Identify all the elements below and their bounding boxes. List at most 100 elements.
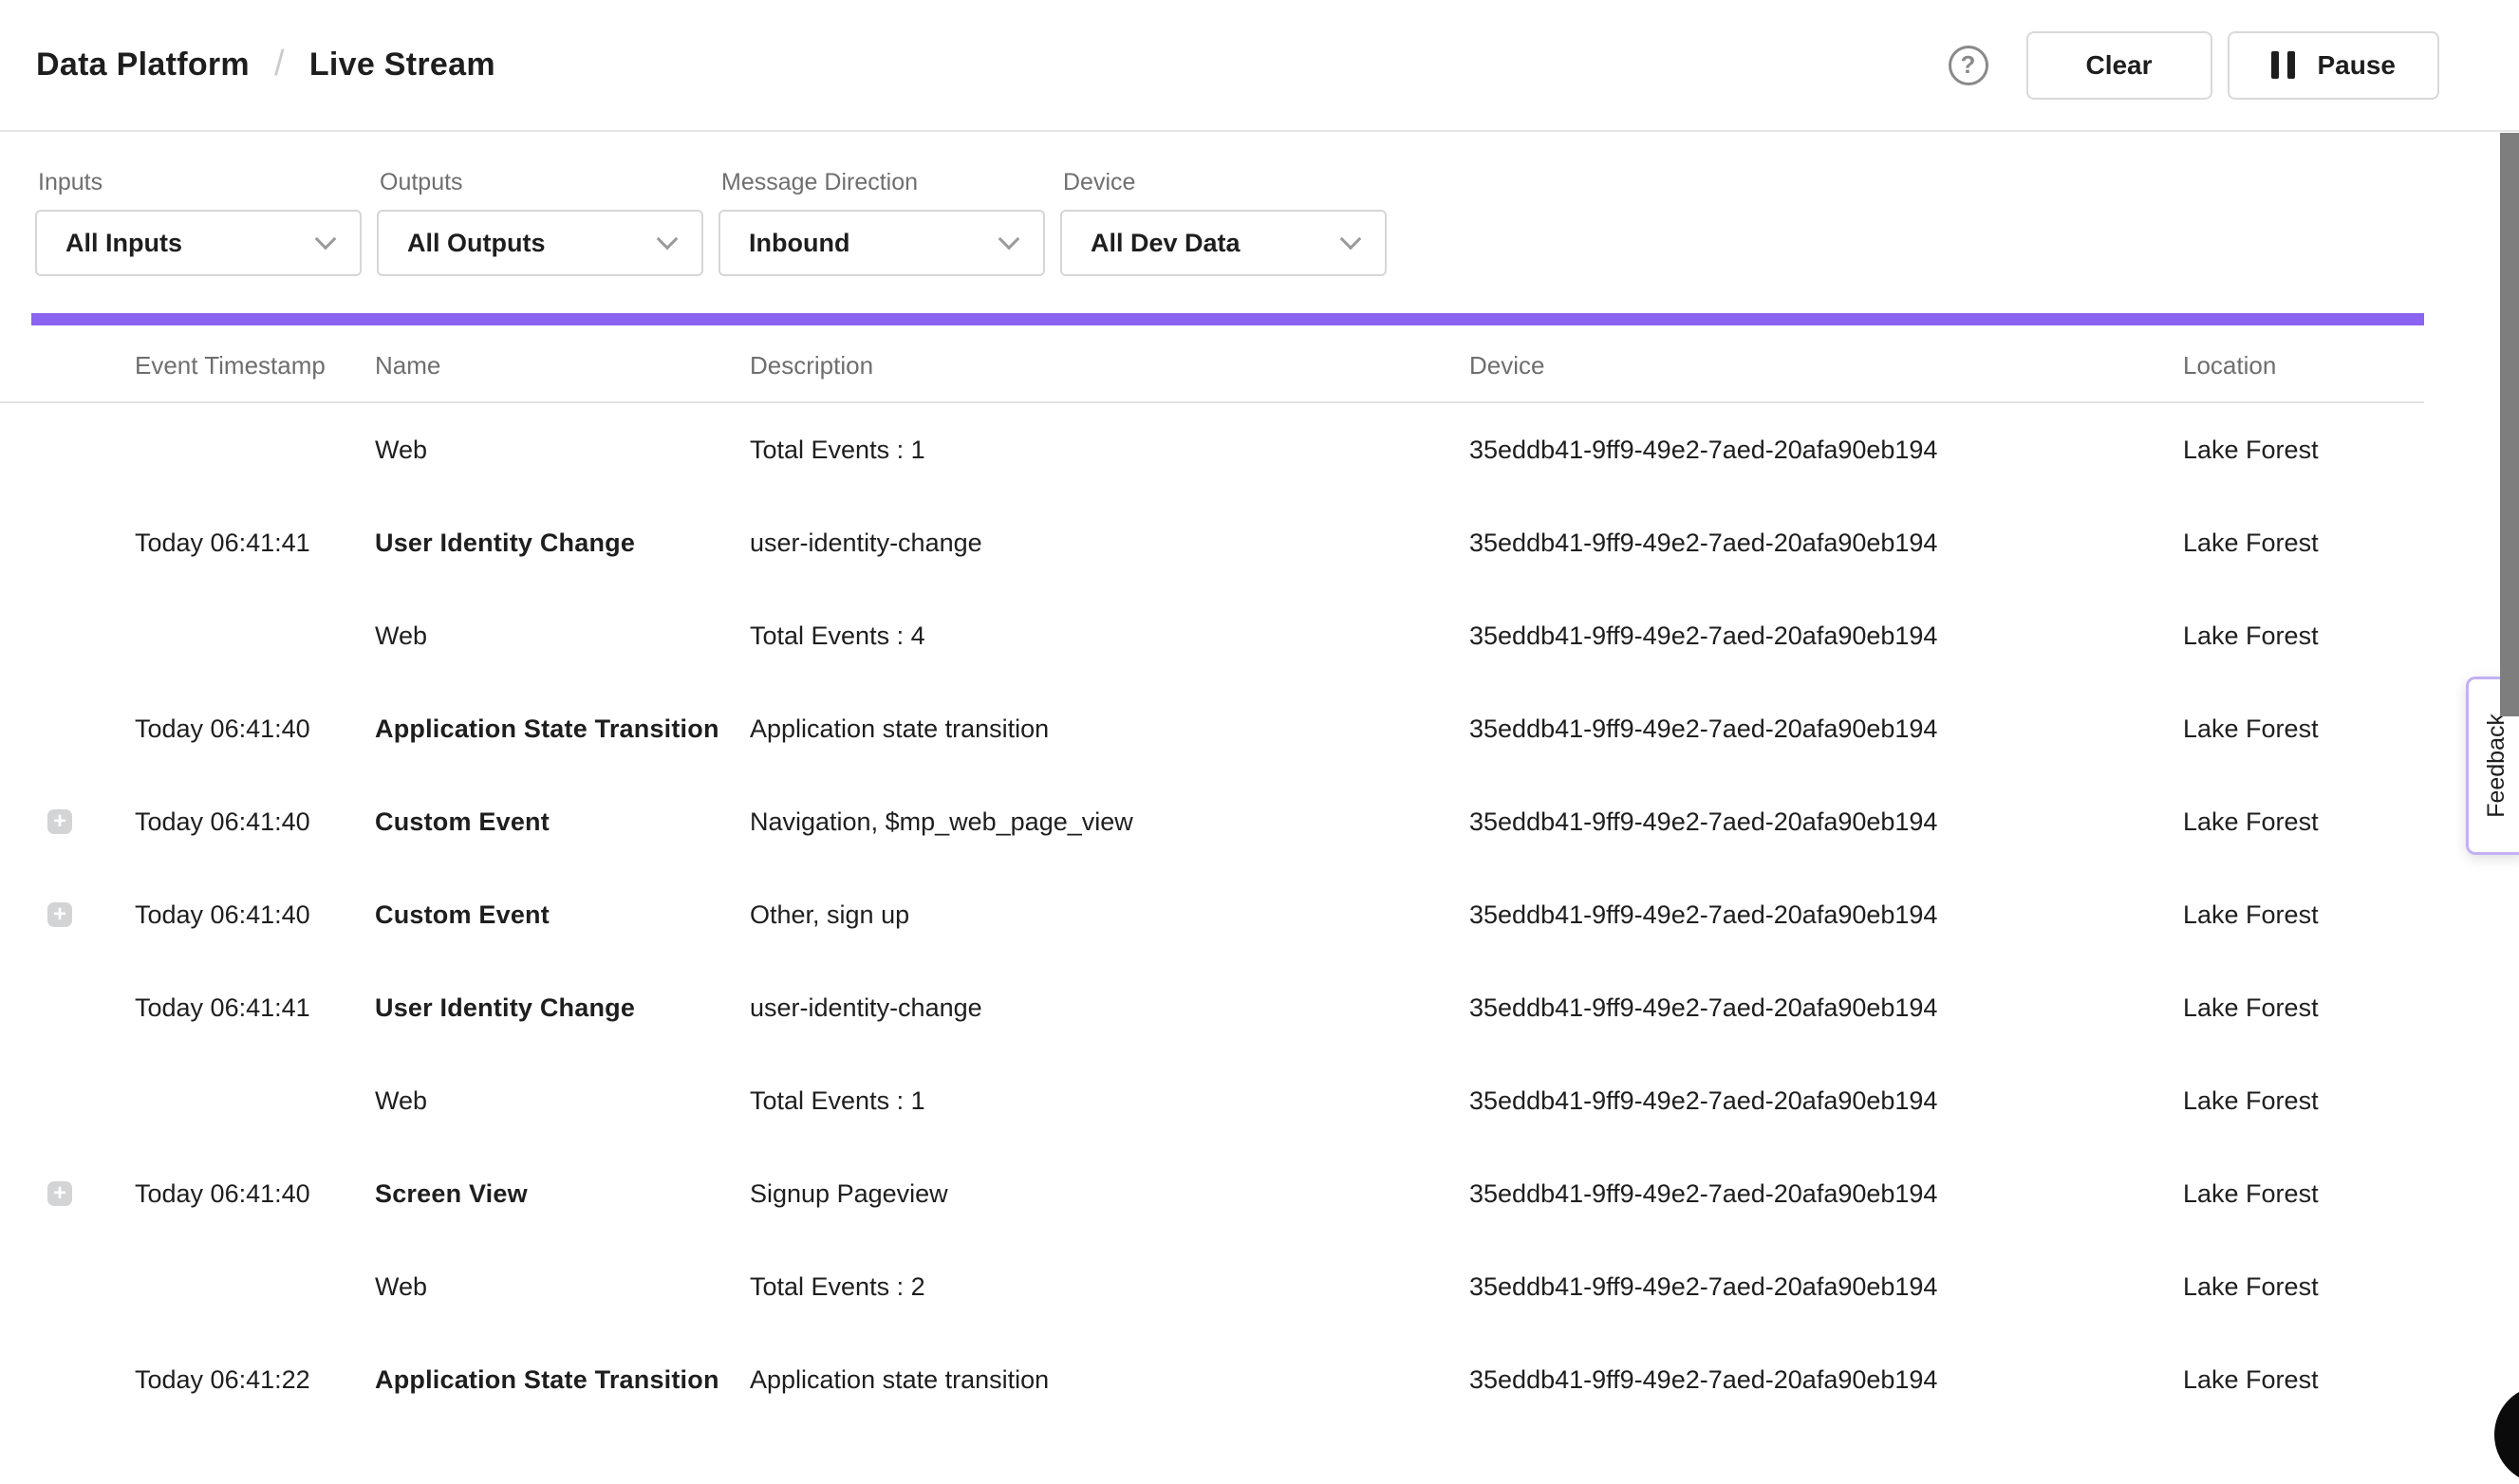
filter-outputs: Outputs All Outputs bbox=[377, 169, 703, 276]
table-row: + Web Total Events : 1 35eddb41-9ff9-49e… bbox=[0, 1054, 2424, 1147]
breadcrumb-data-platform[interactable]: Data Platform bbox=[36, 46, 250, 83]
clear-button[interactable]: Clear bbox=[2026, 31, 2212, 100]
filter-device: Device All Dev Data bbox=[1060, 169, 1387, 276]
cell-description: Signup Pageview bbox=[750, 1179, 1469, 1209]
cell-device: 35eddb41-9ff9-49e2-7aed-20afa90eb194 bbox=[1469, 529, 2183, 558]
chevron-down-icon bbox=[1340, 229, 1362, 250]
cell-location: Lake Forest bbox=[2183, 714, 2424, 744]
outputs-select-value: All Outputs bbox=[407, 229, 545, 258]
filter-inputs-label: Inputs bbox=[38, 169, 362, 196]
chevron-down-icon bbox=[998, 229, 1020, 250]
cell-name: Screen View bbox=[375, 1179, 750, 1209]
accent-progress-bar bbox=[31, 313, 2424, 325]
filter-device-label: Device bbox=[1063, 169, 1387, 196]
button-group: Clear Pause bbox=[2026, 31, 2440, 100]
table-row: + Web Total Events : 1 35eddb41-9ff9-49e… bbox=[0, 403, 2424, 496]
cell-name: Web bbox=[375, 621, 750, 651]
filter-inputs: Inputs All Inputs bbox=[35, 169, 362, 276]
expand-cell: + bbox=[0, 1367, 135, 1392]
cell-timestamp: Today 06:41:41 bbox=[135, 529, 375, 558]
chevron-down-icon bbox=[315, 229, 337, 250]
device-select[interactable]: All Dev Data bbox=[1060, 210, 1387, 276]
column-header-event-timestamp: Event Timestamp bbox=[135, 351, 375, 380]
breadcrumb-separator: / bbox=[274, 44, 285, 84]
cell-location: Lake Forest bbox=[2183, 436, 2424, 465]
table-row: + Today 06:41:40 Custom Event Other, sig… bbox=[0, 868, 2424, 961]
breadcrumb-live-stream: Live Stream bbox=[309, 46, 495, 83]
cell-device: 35eddb41-9ff9-49e2-7aed-20afa90eb194 bbox=[1469, 1086, 2183, 1116]
cell-device: 35eddb41-9ff9-49e2-7aed-20afa90eb194 bbox=[1469, 900, 2183, 930]
top-bar: Data Platform / Live Stream ? Clear Paus… bbox=[0, 0, 2519, 130]
table-body: + Web Total Events : 1 35eddb41-9ff9-49e… bbox=[0, 403, 2424, 1426]
outputs-select[interactable]: All Outputs bbox=[377, 210, 703, 276]
cell-device: 35eddb41-9ff9-49e2-7aed-20afa90eb194 bbox=[1469, 436, 2183, 465]
table-row: + Web Total Events : 2 35eddb41-9ff9-49e… bbox=[0, 1240, 2424, 1333]
cell-timestamp: Today 06:41:41 bbox=[135, 993, 375, 1023]
cell-timestamp: Today 06:41:40 bbox=[135, 900, 375, 930]
table-row: + Today 06:41:40 Custom Event Navigation… bbox=[0, 775, 2424, 868]
cell-description: Total Events : 1 bbox=[750, 436, 1469, 465]
expand-cell: + bbox=[0, 995, 135, 1020]
chevron-down-icon bbox=[657, 229, 679, 250]
cell-name: User Identity Change bbox=[375, 993, 750, 1023]
cell-timestamp: Today 06:41:40 bbox=[135, 714, 375, 744]
column-header-device: Device bbox=[1469, 351, 2183, 380]
cell-name: Custom Event bbox=[375, 900, 750, 930]
expand-row-button[interactable]: + bbox=[47, 1181, 72, 1206]
expand-cell: + bbox=[0, 1274, 135, 1299]
cell-location: Lake Forest bbox=[2183, 1272, 2424, 1302]
expand-row-button[interactable]: + bbox=[47, 902, 72, 927]
table-row: + Web Total Events : 4 35eddb41-9ff9-49e… bbox=[0, 589, 2424, 682]
cell-timestamp: Today 06:41:22 bbox=[135, 1365, 375, 1395]
cell-description: user-identity-change bbox=[750, 993, 1469, 1023]
filter-message-direction-label: Message Direction bbox=[721, 169, 1045, 196]
filter-outputs-label: Outputs bbox=[380, 169, 703, 196]
cell-name: User Identity Change bbox=[375, 529, 750, 558]
cell-device: 35eddb41-9ff9-49e2-7aed-20afa90eb194 bbox=[1469, 714, 2183, 744]
column-header-location: Location bbox=[2183, 351, 2424, 380]
cell-name: Web bbox=[375, 1086, 750, 1116]
feedback-tab-label: Feedback bbox=[2483, 714, 2510, 818]
cell-location: Lake Forest bbox=[2183, 900, 2424, 930]
message-direction-select[interactable]: Inbound bbox=[718, 210, 1045, 276]
table-row: + Today 06:41:41 User Identity Change us… bbox=[0, 961, 2424, 1054]
cell-description: user-identity-change bbox=[750, 529, 1469, 558]
expand-cell: + bbox=[0, 1088, 135, 1113]
expand-row-button[interactable]: + bbox=[47, 809, 72, 834]
device-select-value: All Dev Data bbox=[1091, 229, 1241, 258]
cell-name: Web bbox=[375, 1272, 750, 1302]
cell-name: Web bbox=[375, 436, 750, 465]
cell-name: Application State Transition bbox=[375, 1365, 750, 1395]
cell-location: Lake Forest bbox=[2183, 1365, 2424, 1395]
cell-location: Lake Forest bbox=[2183, 1086, 2424, 1116]
cell-location: Lake Forest bbox=[2183, 993, 2424, 1023]
cell-timestamp: Today 06:41:40 bbox=[135, 1179, 375, 1209]
cell-name: Application State Transition bbox=[375, 714, 750, 744]
cell-timestamp: Today 06:41:40 bbox=[135, 807, 375, 837]
expand-cell: + bbox=[0, 809, 135, 834]
cell-location: Lake Forest bbox=[2183, 529, 2424, 558]
help-glyph: ? bbox=[1961, 50, 1976, 80]
expand-cell: + bbox=[0, 437, 135, 462]
cell-description: Application state transition bbox=[750, 1365, 1469, 1395]
pause-button[interactable]: Pause bbox=[2228, 31, 2440, 100]
help-icon[interactable]: ? bbox=[1949, 46, 1988, 85]
filter-message-direction: Message Direction Inbound bbox=[718, 169, 1045, 276]
cell-location: Lake Forest bbox=[2183, 621, 2424, 651]
table-row: + Today 06:41:41 User Identity Change us… bbox=[0, 496, 2424, 589]
expand-cell: + bbox=[0, 902, 135, 927]
inputs-select[interactable]: All Inputs bbox=[35, 210, 362, 276]
cell-device: 35eddb41-9ff9-49e2-7aed-20afa90eb194 bbox=[1469, 1179, 2183, 1209]
cell-device: 35eddb41-9ff9-49e2-7aed-20afa90eb194 bbox=[1469, 807, 2183, 837]
scrollbar-thumb[interactable] bbox=[2500, 133, 2519, 716]
inputs-select-value: All Inputs bbox=[65, 229, 182, 258]
cell-description: Other, sign up bbox=[750, 900, 1469, 930]
table-row: + Today 06:41:22 Application State Trans… bbox=[0, 1333, 2424, 1426]
cell-device: 35eddb41-9ff9-49e2-7aed-20afa90eb194 bbox=[1469, 993, 2183, 1023]
expand-cell: + bbox=[0, 530, 135, 555]
chat-bubble-icon[interactable] bbox=[2494, 1385, 2519, 1484]
cell-device: 35eddb41-9ff9-49e2-7aed-20afa90eb194 bbox=[1469, 621, 2183, 651]
cell-name: Custom Event bbox=[375, 807, 750, 837]
table-row: + Today 06:41:40 Application State Trans… bbox=[0, 682, 2424, 775]
cell-device: 35eddb41-9ff9-49e2-7aed-20afa90eb194 bbox=[1469, 1365, 2183, 1395]
